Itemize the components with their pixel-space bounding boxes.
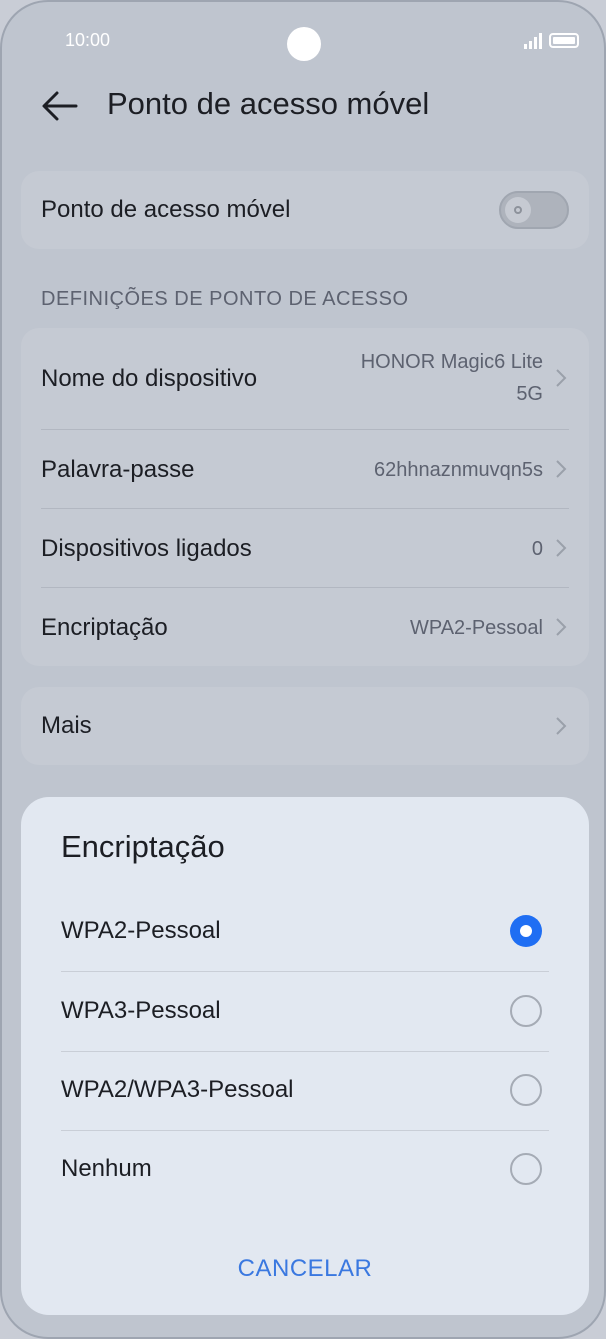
- chevron-right-icon: [556, 618, 567, 636]
- dialog-title: Encriptação: [61, 829, 225, 864]
- device-name-value-line1: HONOR Magic6 Lite: [360, 351, 543, 373]
- chevron-right-icon: [556, 369, 567, 387]
- more-label: Mais: [41, 712, 92, 739]
- device-name-row[interactable]: Nome do dispositivo HONOR Magic6 Lite 5G: [21, 328, 589, 429]
- option-label: WPA2-Pessoal: [61, 917, 221, 944]
- encryption-row[interactable]: Encriptação WPA2-Pessoal: [21, 588, 589, 666]
- chevron-right-icon: [556, 539, 567, 557]
- signal-icon: [524, 33, 542, 49]
- battery-icon: [549, 33, 579, 48]
- hotspot-label: Ponto de acesso móvel: [41, 196, 291, 223]
- radio-unselected[interactable]: [510, 1153, 542, 1185]
- password-value: 62hhnaznmuvqn5s: [373, 459, 543, 481]
- back-arrow-icon[interactable]: [40, 88, 80, 124]
- encryption-label: Encriptação: [41, 614, 168, 641]
- radio-selected[interactable]: [510, 915, 542, 947]
- chevron-right-icon: [556, 717, 567, 735]
- option-wpa2-wpa3-pessoal[interactable]: WPA2/WPA3-Pessoal: [21, 1052, 589, 1131]
- camera-cutout: [287, 27, 321, 61]
- status-time: 10:00: [65, 30, 111, 50]
- option-label: WPA2/WPA3-Pessoal: [61, 1076, 294, 1103]
- radio-unselected[interactable]: [510, 995, 542, 1027]
- chevron-right-icon: [556, 460, 567, 478]
- password-label: Palavra-passe: [41, 456, 195, 483]
- more-row[interactable]: Mais: [21, 687, 589, 765]
- connected-devices-row[interactable]: Dispositivos ligados 0: [21, 509, 589, 587]
- phone-screen: 10:00 Ponto de acesso móvel Ponto de ace…: [0, 0, 606, 1339]
- option-label: Nenhum: [61, 1155, 152, 1182]
- password-row[interactable]: Palavra-passe 62hhnaznmuvqn5s: [21, 430, 589, 508]
- option-wpa2-pessoal[interactable]: WPA2-Pessoal: [21, 893, 589, 972]
- app-header: Ponto de acesso móvel: [2, 72, 604, 142]
- divider: [61, 971, 549, 972]
- radio-unselected[interactable]: [510, 1074, 542, 1106]
- encryption-dialog: Encriptação WPA2-Pessoal WPA3-Pessoal WP…: [21, 797, 589, 1315]
- toggle-off-indicator: [514, 206, 522, 214]
- cancel-button[interactable]: CANCELAR: [205, 1244, 405, 1294]
- settings-card: Nome do dispositivo HONOR Magic6 Lite 5G…: [21, 328, 589, 666]
- status-bar: 10:00: [2, 2, 604, 82]
- option-wpa3-pessoal[interactable]: WPA3-Pessoal: [21, 973, 589, 1052]
- connected-devices-value: 0: [531, 538, 543, 560]
- option-nenhum[interactable]: Nenhum: [21, 1131, 589, 1210]
- encryption-value: WPA2-Pessoal: [409, 617, 543, 639]
- section-title: DEFINIÇÕES DE PONTO DE ACESSO: [41, 288, 409, 310]
- device-name-label: Nome do dispositivo: [41, 365, 258, 392]
- toggle-knob: [505, 197, 531, 223]
- page-title: Ponto de acesso móvel: [107, 86, 430, 121]
- option-label: WPA3-Pessoal: [61, 997, 221, 1024]
- hotspot-toggle[interactable]: [499, 191, 569, 229]
- device-name-value-line2: 5G: [516, 383, 543, 405]
- hotspot-toggle-row[interactable]: Ponto de acesso móvel: [21, 171, 589, 249]
- connected-devices-label: Dispositivos ligados: [41, 535, 252, 562]
